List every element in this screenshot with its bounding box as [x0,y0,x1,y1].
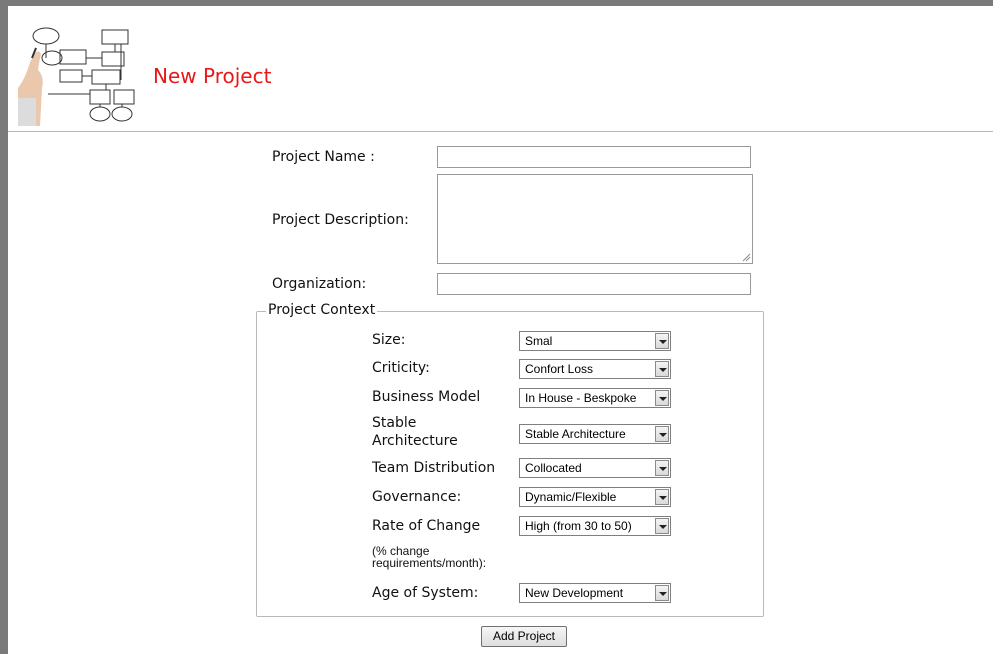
team-distribution-label: Team Distribution [372,460,496,476]
rate-of-change-note-line2: requirements/month): [372,556,487,570]
organization-input[interactable] [437,273,751,295]
stable-architecture-select[interactable]: Stable Architecture [519,424,671,444]
rate-of-change-label: Rate of Change [372,518,481,534]
chevron-down-icon[interactable] [655,489,669,505]
business-model-select-value: In House - Beskpoke [525,391,637,405]
size-select-value: Smal [525,334,553,348]
chevron-down-icon[interactable] [655,585,669,601]
business-model-label: Business Model [372,389,481,405]
project-description-textarea[interactable] [437,174,753,264]
chevron-down-icon[interactable] [655,460,669,476]
project-name-input[interactable] [437,146,751,168]
age-of-system-label: Age of System: [372,585,479,601]
criticity-select[interactable]: Confort Loss [519,359,671,379]
chevron-down-icon[interactable] [655,518,669,534]
stable-architecture-select-value: Stable Architecture [525,427,626,441]
business-model-select[interactable]: In House - Beskpoke [519,388,671,408]
criticity-label: Criticity: [372,360,430,376]
flowchart-logo-icon [18,18,138,126]
window-frame-top [0,0,993,6]
rate-of-change-select-value: High (from 30 to 50) [525,519,632,533]
stable-architecture-label-line2: Architecture [372,433,458,449]
size-label: Size: [372,332,406,348]
team-distribution-select-value: Collocated [525,461,582,475]
criticity-select-value: Confort Loss [525,362,594,376]
header-divider [8,131,993,132]
rate-of-change-select[interactable]: High (from 30 to 50) [519,516,671,536]
age-of-system-select[interactable]: New Development [519,583,671,603]
governance-select[interactable]: Dynamic/Flexible [519,487,671,507]
governance-select-value: Dynamic/Flexible [525,490,617,504]
project-context-legend: Project Context [266,302,378,318]
team-distribution-select[interactable]: Collocated [519,458,671,478]
chevron-down-icon[interactable] [655,390,669,406]
organization-label: Organization: [272,276,367,292]
project-description-label: Project Description: [272,212,409,228]
window-frame-left [0,0,8,654]
page-title: New Project [153,64,272,88]
stable-architecture-label-line1: Stable [372,415,417,431]
chevron-down-icon[interactable] [655,426,669,442]
project-name-label: Project Name : [272,149,375,165]
age-of-system-select-value: New Development [525,586,624,600]
add-project-button[interactable]: Add Project [481,626,567,647]
governance-label: Governance: [372,489,462,505]
project-context-fieldset [256,311,764,617]
chevron-down-icon[interactable] [655,333,669,349]
size-select[interactable]: Smal [519,331,671,351]
chevron-down-icon[interactable] [655,361,669,377]
